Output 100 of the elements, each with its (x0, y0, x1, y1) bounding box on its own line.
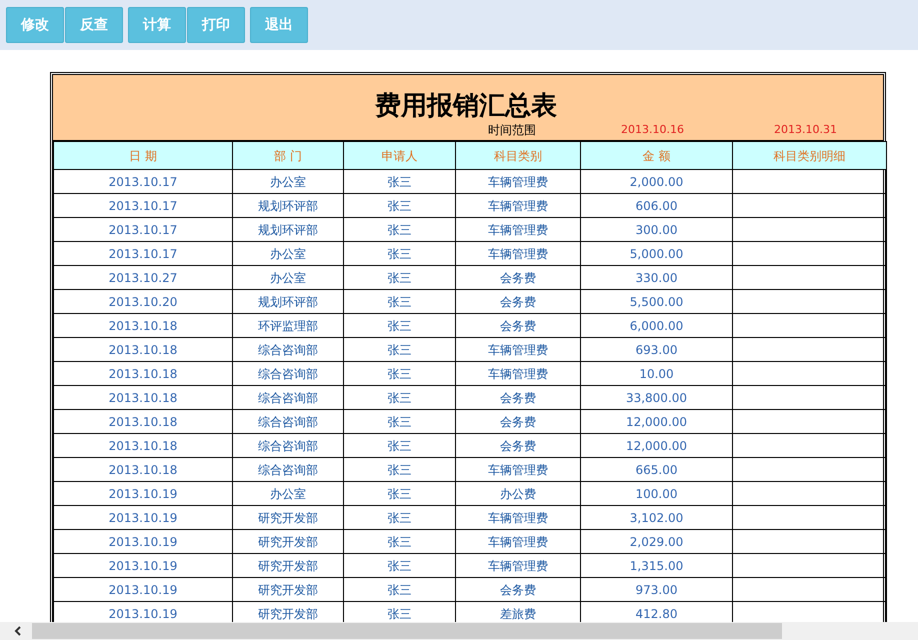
table-cell: 6,000.00 (580, 314, 732, 338)
table-cell: 张三 (344, 554, 456, 578)
table-cell: 车辆管理费 (456, 194, 580, 218)
table-cell: 研究开发部 (232, 578, 344, 602)
table-cell: 330.00 (580, 266, 732, 290)
table-cell: 2013.10.17 (54, 170, 232, 194)
toolbar-button[interactable]: 打印 (187, 7, 245, 43)
table-cell: 1,315.00 (580, 554, 732, 578)
table-cell: 研究开发部 (232, 506, 344, 530)
table-cell: 张三 (344, 266, 456, 290)
table-cell: 300.00 (580, 218, 732, 242)
table-cell: 张三 (344, 530, 456, 554)
table-cell: 张三 (344, 314, 456, 338)
table-cell: 规划环评部 (232, 218, 344, 242)
table-cell: 2013.10.18 (54, 314, 232, 338)
table-cell: 2013.10.17 (54, 218, 232, 242)
table-cell: 车辆管理费 (456, 338, 580, 362)
table-cell: 研究开发部 (232, 530, 344, 554)
table-cell: 会务费 (456, 314, 580, 338)
table-cell: 2013.10.18 (54, 386, 232, 410)
table-cell: 会务费 (456, 410, 580, 434)
table-cell: 973.00 (580, 578, 732, 602)
table-cell: 会务费 (456, 434, 580, 458)
table-cell: 车辆管理费 (456, 554, 580, 578)
table-cell: 2013.10.18 (54, 410, 232, 434)
table-cell: 张三 (344, 242, 456, 266)
table-cell: 2013.10.19 (54, 482, 232, 506)
table-cell: 2013.10.18 (54, 434, 232, 458)
table-cell: 3,102.00 (580, 506, 732, 530)
table-cell: 张三 (344, 434, 456, 458)
table-cell: 12,000.00 (580, 434, 732, 458)
table-cell: 综合咨询部 (232, 386, 344, 410)
table-cell: 10.00 (580, 362, 732, 386)
toolbar-button[interactable]: 计算 (128, 7, 186, 43)
table-cell: 2013.10.17 (54, 194, 232, 218)
range-end: 2013.10.31 (774, 122, 837, 138)
toolbar-button[interactable]: 反查 (65, 7, 123, 43)
table-cell: 研究开发部 (232, 554, 344, 578)
table-cell: 综合咨询部 (232, 410, 344, 434)
table-cell: 综合咨询部 (232, 458, 344, 482)
table-cell: 会务费 (456, 386, 580, 410)
table-cell: 规划环评部 (232, 290, 344, 314)
horizontal-scrollbar[interactable] (0, 622, 918, 640)
table-cell: 2013.10.19 (54, 530, 232, 554)
table-cell: 会务费 (456, 578, 580, 602)
toolbar-button[interactable]: 修改 (6, 7, 64, 43)
table-cell: 张三 (344, 338, 456, 362)
table-cell: 张三 (344, 218, 456, 242)
scroll-left-icon[interactable] (14, 626, 22, 636)
table-cell: 2013.10.19 (54, 578, 232, 602)
column-header: 科目类别明细 (732, 142, 886, 170)
range-start: 2013.10.16 (621, 122, 684, 138)
column-header: 申请人 (344, 142, 456, 170)
table-cell: 33,800.00 (580, 386, 732, 410)
table-cell: 张三 (344, 458, 456, 482)
toolbar-button[interactable]: 退出 (250, 7, 308, 43)
table-cell: 2013.10.18 (54, 338, 232, 362)
table-cell: 综合咨询部 (232, 434, 344, 458)
column-header: 金 额 (580, 142, 732, 170)
column-header: 部 门 (232, 142, 344, 170)
table-cell: 2013.10.18 (54, 458, 232, 482)
table-cell: 606.00 (580, 194, 732, 218)
table-cell: 办公室 (232, 242, 344, 266)
table-cell: 张三 (344, 482, 456, 506)
table-cell: 车辆管理费 (456, 458, 580, 482)
table-cell: 车辆管理费 (456, 218, 580, 242)
table-cell: 2,000.00 (580, 170, 732, 194)
table-cell: 100.00 (580, 482, 732, 506)
table-cell: 2013.10.20 (54, 290, 232, 314)
table-cell: 规划环评部 (232, 194, 344, 218)
table-cell: 会务费 (456, 266, 580, 290)
table-cell: 车辆管理费 (456, 530, 580, 554)
table-cell: 会务费 (456, 290, 580, 314)
table-cell: 办公室 (232, 482, 344, 506)
scrollbar-thumb[interactable] (32, 623, 782, 639)
table-cell: 综合咨询部 (232, 362, 344, 386)
table-cell: 张三 (344, 578, 456, 602)
table-cell: 张三 (344, 410, 456, 434)
table-cell: 张三 (344, 170, 456, 194)
table-cell: 车辆管理费 (456, 506, 580, 530)
table-cell: 2013.10.27 (54, 266, 232, 290)
report-title: 费用报销汇总表 (375, 90, 557, 123)
table-cell: 张三 (344, 386, 456, 410)
table-cell: 张三 (344, 290, 456, 314)
table-cell: 2,029.00 (580, 530, 732, 554)
table-cell: 环评监理部 (232, 314, 344, 338)
table-cell: 2013.10.17 (54, 242, 232, 266)
table-cell: 5,500.00 (580, 290, 732, 314)
table-cell: 2013.10.19 (54, 554, 232, 578)
table-cell: 综合咨询部 (232, 338, 344, 362)
table-cell: 办公室 (232, 170, 344, 194)
table-cell: 2013.10.19 (54, 506, 232, 530)
table-cell: 2013.10.18 (54, 362, 232, 386)
table-cell: 张三 (344, 194, 456, 218)
table-cell: 车辆管理费 (456, 170, 580, 194)
range-label: 时间范围 (488, 122, 536, 139)
table-cell: 693.00 (580, 338, 732, 362)
table-cell: 张三 (344, 362, 456, 386)
table-cell: 车辆管理费 (456, 362, 580, 386)
table-cell: 办公费 (456, 482, 580, 506)
